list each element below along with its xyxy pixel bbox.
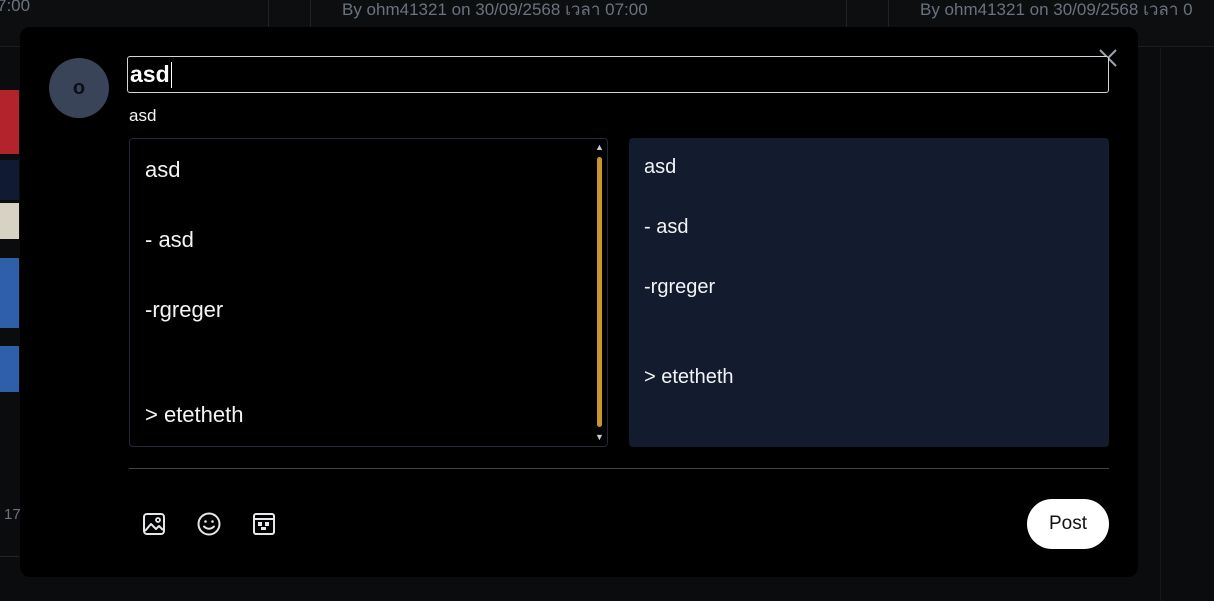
post-thumbnail <box>0 346 19 392</box>
post-byline: By ohm41321 on 30/09/2568 เวลา 0 <box>920 0 1193 19</box>
title-input[interactable]: asd <box>127 56 1109 93</box>
add-image-button[interactable] <box>141 511 167 537</box>
scroll-down-icon[interactable]: ▼ <box>595 432 604 442</box>
post-composer-modal: o asd asd asd - asd -rgreger > etetheth … <box>20 27 1138 577</box>
image-icon <box>143 513 165 535</box>
post-thumbnail <box>0 258 19 328</box>
post-byline: By ohm41321 on 30/09/2568 เวลา 07:00 <box>342 0 648 19</box>
add-emoji-button[interactable] <box>196 511 222 537</box>
text-caret <box>170 61 173 88</box>
preview-line: > etetheth <box>644 366 734 388</box>
divider <box>0 556 19 557</box>
markdown-editor[interactable]: asd - asd -rgreger > etetheth ▲ ▼ <box>129 138 608 447</box>
post-button[interactable]: Post <box>1027 499 1109 549</box>
editor-line: asd <box>145 157 181 182</box>
post-thumbnail <box>0 90 19 154</box>
add-gif-button[interactable] <box>251 511 277 537</box>
composer-divider <box>129 468 1109 469</box>
title-preview: asd <box>129 106 157 125</box>
editor-line: -rgreger <box>145 297 224 322</box>
post-thumbnail <box>0 203 19 239</box>
avatar: o <box>49 58 109 118</box>
editor-line: > etetheth <box>145 402 244 427</box>
editor-line: - asd <box>145 227 194 252</box>
preview-line: - asd <box>644 216 689 238</box>
post-byline: 7:00 <box>0 0 31 15</box>
title-input-value: asd <box>130 61 170 87</box>
markdown-preview: asd - asd -rgreger > etetheth <box>629 138 1109 447</box>
post-count: 17 <box>4 506 21 523</box>
divider <box>1160 46 1161 601</box>
emoji-icon <box>197 512 221 536</box>
preview-line: asd <box>644 156 677 178</box>
scrollbar-thumb[interactable] <box>597 157 602 427</box>
post-thumbnail <box>0 160 19 200</box>
editor-scrollbar[interactable]: ▲ ▼ <box>591 139 607 446</box>
preview-line: -rgreger <box>644 276 716 298</box>
scroll-up-icon[interactable]: ▲ <box>595 142 604 152</box>
gif-icon <box>253 513 275 535</box>
